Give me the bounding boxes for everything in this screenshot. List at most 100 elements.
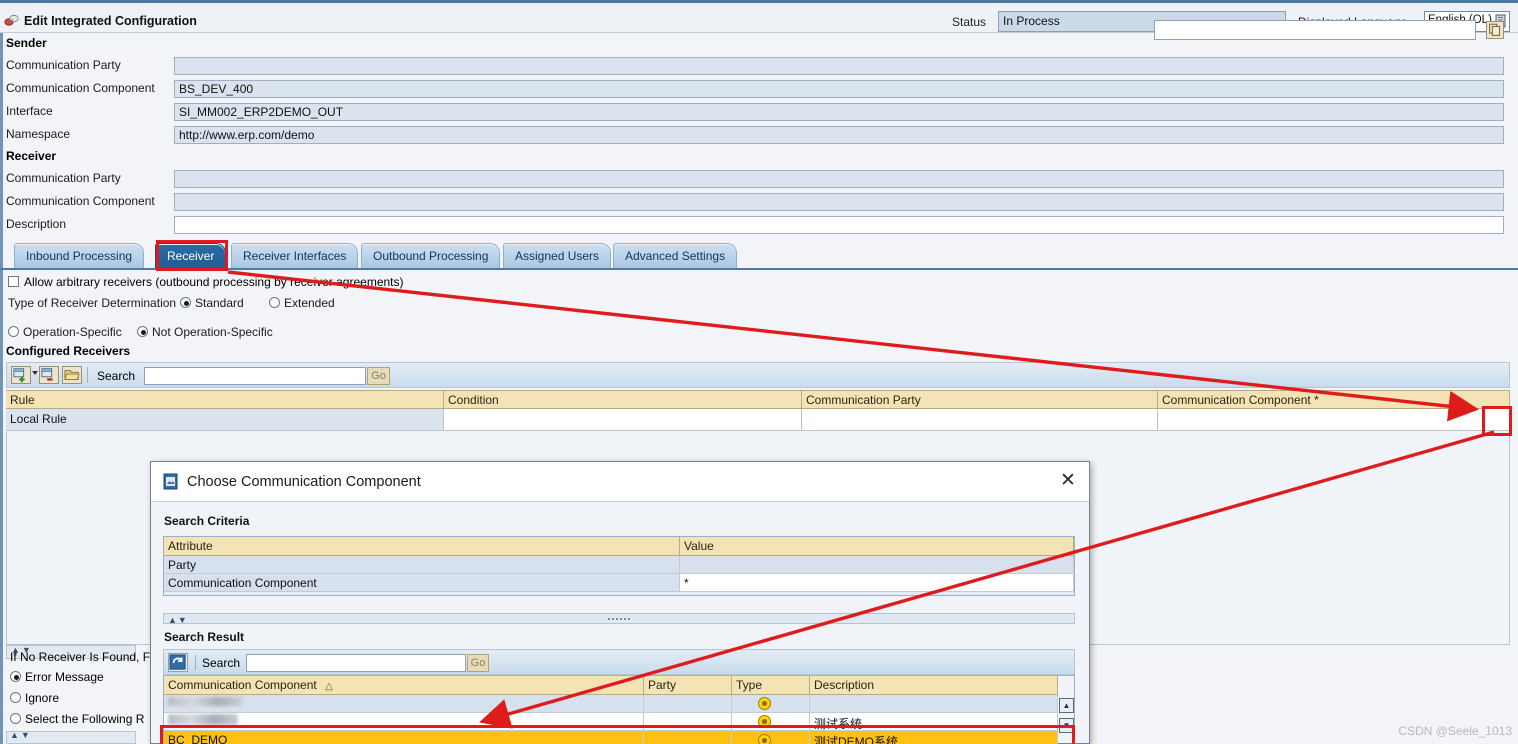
grid-header-communication-party[interactable]: Communication Party <box>802 390 1158 409</box>
tab-receiver-interfaces[interactable]: Receiver Interfaces <box>231 243 359 268</box>
toolbar-separator <box>87 367 88 383</box>
select-following-radio[interactable] <box>10 713 21 724</box>
insert-row-glyph <box>13 368 25 383</box>
allow-arbitrary-receivers-label: Allow arbitrary receivers (outbound proc… <box>24 275 404 289</box>
result-row1-description[interactable] <box>810 695 1058 713</box>
operation-specific-option[interactable]: Operation-Specific <box>8 325 122 339</box>
grid-cell-condition[interactable] <box>444 409 802 431</box>
dialog-title-bar: Choose Communication Component ✕ <box>151 462 1089 502</box>
tab-assigned-users[interactable]: Assigned Users <box>503 243 612 268</box>
ignore-radio[interactable] <box>10 692 21 703</box>
value-help-button[interactable] <box>1486 21 1504 39</box>
determination-option-standard[interactable]: Standard <box>180 296 244 310</box>
receiver-description-field[interactable] <box>174 216 1504 234</box>
result-go-button[interactable]: Go <box>467 654 489 672</box>
receiver-communication-party-label: Communication Party <box>6 171 121 185</box>
tab-underline <box>0 268 1518 270</box>
result-row1-type[interactable] <box>732 695 810 713</box>
refresh-icon[interactable] <box>168 653 188 672</box>
insert-row-icon[interactable] <box>11 366 31 384</box>
sender-interface-label: Interface <box>6 104 53 118</box>
table-row[interactable]: BC_DEMO <box>164 731 644 744</box>
table-row[interactable] <box>164 713 644 731</box>
chevron-down-icon[interactable] <box>32 371 38 375</box>
value-help-icon <box>1489 23 1500 36</box>
operation-specific-radio[interactable] <box>8 326 19 337</box>
no-receiver-scroll-strip[interactable]: ▲▼ <box>6 730 136 744</box>
result-row1-party[interactable] <box>644 695 732 713</box>
determination-option-extended[interactable]: Extended <box>269 296 335 310</box>
no-receiver-option-ignore[interactable]: Ignore <box>10 691 59 705</box>
configured-receivers-search-input[interactable] <box>144 367 366 385</box>
business-system-icon <box>758 715 771 728</box>
criteria-row-component-value[interactable]: * <box>680 574 1074 592</box>
open-folder-icon[interactable] <box>62 366 82 384</box>
no-receiver-option-error-message[interactable]: Error Message <box>10 670 104 684</box>
scroll-down-icon[interactable]: ▼ <box>1059 718 1074 733</box>
close-icon[interactable]: ✕ <box>1057 471 1079 493</box>
not-operation-specific-option[interactable]: Not Operation-Specific <box>137 325 273 339</box>
not-operation-specific-radio[interactable] <box>137 326 148 337</box>
splitter-arrows-icon[interactable]: ▲▼ <box>168 615 188 625</box>
grid-cell-communication-party[interactable] <box>802 409 1158 431</box>
result-header-description[interactable]: Description <box>810 676 1058 695</box>
ignore-label: Ignore <box>25 691 60 705</box>
operation-specific-label: Operation-Specific <box>23 325 122 339</box>
open-folder-glyph <box>64 370 80 380</box>
determination-extended-radio[interactable] <box>269 297 280 308</box>
tab-inbound-processing[interactable]: Inbound Processing <box>14 243 145 268</box>
integrated-configuration-icon <box>4 14 19 26</box>
grid-header-condition[interactable]: Condition <box>444 390 802 409</box>
error-message-radio[interactable] <box>10 671 21 682</box>
search-criteria-title: Search Criteria <box>164 514 250 528</box>
grid-cell-rule[interactable]: Local Rule <box>6 409 444 431</box>
configured-receivers-search-label: Search <box>97 369 136 383</box>
scroll-up-icon[interactable]: ▲ <box>1059 698 1074 713</box>
dialog-splitter[interactable]: ▲▼ <box>163 613 1075 625</box>
search-criteria-table: Attribute Value Party Communication Comp… <box>163 536 1075 596</box>
tab-strip: Inbound Processing Receiver Receiver Int… <box>0 243 1518 269</box>
receiver-description-label: Description <box>6 217 67 231</box>
communication-component-input[interactable] <box>1154 20 1476 40</box>
table-row[interactable] <box>164 695 644 713</box>
result-row3-type[interactable] <box>732 731 810 744</box>
search-result-title: Search Result <box>164 630 245 644</box>
result-row2-type[interactable] <box>732 713 810 731</box>
no-receiver-option-select-following[interactable]: Select the Following R <box>10 712 144 726</box>
allow-arbitrary-receivers-checkbox[interactable] <box>8 276 19 287</box>
sender-namespace-label: Namespace <box>6 127 71 141</box>
tab-advanced-settings[interactable]: Advanced Settings <box>613 243 738 268</box>
result-header-type[interactable]: Type <box>732 676 810 695</box>
criteria-row-party-value[interactable] <box>680 556 1074 574</box>
criteria-row-component-attribute: Communication Component <box>164 574 680 592</box>
result-row3-description[interactable]: 测试DEMO系统 <box>810 731 1058 744</box>
redacted-value <box>168 697 242 706</box>
allow-arbitrary-receivers-row[interactable]: Allow arbitrary receivers (outbound proc… <box>8 275 404 289</box>
receiver-determination-label: Type of Receiver Determination <box>8 296 177 310</box>
result-row2-description[interactable]: 测试系统 <box>810 713 1058 731</box>
configured-receivers-go-button[interactable]: Go <box>367 367 390 385</box>
receiver-communication-party-field <box>174 170 1504 188</box>
criteria-header-attribute: Attribute <box>164 537 680 556</box>
search-result-toolbar: Search Go <box>163 649 1075 675</box>
dialog-window-icon <box>163 473 178 490</box>
result-row3-party[interactable] <box>644 731 732 744</box>
tab-outbound-processing[interactable]: Outbound Processing <box>361 243 501 268</box>
delete-row-glyph <box>41 368 53 381</box>
configured-receivers-toolbar: Search Go <box>6 362 1510 388</box>
result-row2-party[interactable] <box>644 713 732 731</box>
scroll-arrows-icon-2[interactable]: ▲▼ <box>10 730 32 740</box>
tab-receiver[interactable]: Receiver <box>155 243 227 268</box>
result-header-party[interactable]: Party <box>644 676 732 695</box>
determination-standard-radio[interactable] <box>180 297 191 308</box>
page-title: Edit Integrated Configuration <box>24 14 197 28</box>
delete-row-icon[interactable] <box>39 366 59 384</box>
result-search-input[interactable] <box>246 654 466 672</box>
grid-header-communication-component[interactable]: Communication Component * <box>1158 390 1510 409</box>
criteria-row-party-attribute: Party <box>164 556 680 574</box>
grid-header-rule[interactable]: Rule <box>6 390 444 409</box>
receiver-communication-component-label: Communication Component <box>6 194 155 208</box>
sort-ascending-icon[interactable]: △ <box>325 681 333 692</box>
select-following-label: Select the Following R <box>25 712 145 726</box>
result-header-communication-component[interactable]: Communication Component △ <box>164 676 644 695</box>
